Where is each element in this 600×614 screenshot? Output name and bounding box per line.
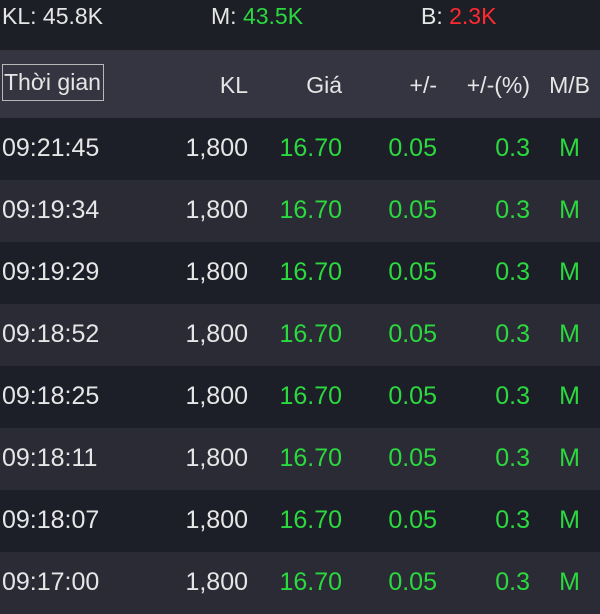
trade-change-percent: 0.3 xyxy=(495,568,530,596)
trade-change: 0.05 xyxy=(388,196,437,224)
trade-change: 0.05 xyxy=(388,320,437,348)
buy-volume-summary: M: 43.5K xyxy=(211,3,303,30)
trade-volume: 1,800 xyxy=(185,134,248,162)
trade-price: 16.70 xyxy=(279,320,342,348)
trade-volume: 1,800 xyxy=(185,382,248,410)
trade-side: M xyxy=(559,506,580,534)
trade-change-percent: 0.3 xyxy=(495,444,530,472)
trade-time: 09:18:25 xyxy=(2,382,100,410)
trade-time: 09:19:29 xyxy=(2,258,100,286)
trade-change-percent: 0.3 xyxy=(495,258,530,286)
trade-change: 0.05 xyxy=(388,568,437,596)
column-header-change[interactable]: +/- xyxy=(410,72,437,99)
column-header-volume[interactable]: KL xyxy=(220,72,248,99)
trade-side: M xyxy=(559,320,580,348)
table-row[interactable]: 09:19:29 1,800 16.70 0.05 0.3 M xyxy=(0,242,600,304)
trade-time: 09:18:52 xyxy=(2,320,100,348)
trade-price: 16.70 xyxy=(279,382,342,410)
column-header-buy-sell[interactable]: M/B xyxy=(549,72,590,99)
table-row[interactable]: 09:17:00 1,800 16.70 0.05 0.3 M xyxy=(0,552,600,614)
trade-change-percent: 0.3 xyxy=(495,506,530,534)
trade-change-percent: 0.3 xyxy=(495,196,530,224)
trade-side: M xyxy=(559,258,580,286)
trade-volume: 1,800 xyxy=(185,320,248,348)
total-volume-summary: KL: 45.8K xyxy=(2,3,103,30)
trade-change: 0.05 xyxy=(388,506,437,534)
trade-change-percent: 0.3 xyxy=(495,382,530,410)
trade-change: 0.05 xyxy=(388,134,437,162)
trade-side: M xyxy=(559,382,580,410)
trade-side: M xyxy=(559,568,580,596)
total-volume-label: KL: xyxy=(2,3,37,29)
trade-price: 16.70 xyxy=(279,506,342,534)
sell-volume-label: B: xyxy=(421,3,443,29)
trade-time: 09:21:45 xyxy=(2,134,100,162)
trade-time: 09:18:07 xyxy=(2,506,100,534)
trade-price: 16.70 xyxy=(279,444,342,472)
trade-time: 09:18:11 xyxy=(2,444,98,472)
volume-summary-bar: KL: 45.8K M: 43.5K B: 2.3K xyxy=(0,0,600,50)
table-row[interactable]: 09:19:34 1,800 16.70 0.05 0.3 M xyxy=(0,180,600,242)
trade-change: 0.05 xyxy=(388,258,437,286)
column-header-price[interactable]: Giá xyxy=(306,72,342,99)
trade-price: 16.70 xyxy=(279,134,342,162)
buy-volume-label: M: xyxy=(211,3,237,29)
trade-table-body: 09:21:45 1,800 16.70 0.05 0.3 M 09:19:34… xyxy=(0,118,600,614)
trade-volume: 1,800 xyxy=(185,444,248,472)
trade-side: M xyxy=(559,196,580,224)
trade-side: M xyxy=(559,134,580,162)
table-row[interactable]: 09:18:07 1,800 16.70 0.05 0.3 M xyxy=(0,490,600,552)
sell-volume-value: 2.3K xyxy=(449,3,497,29)
trade-volume: 1,800 xyxy=(185,568,248,596)
trade-change: 0.05 xyxy=(388,444,437,472)
trade-time: 09:19:34 xyxy=(2,196,100,224)
buy-volume-value: 43.5K xyxy=(242,3,304,29)
trade-change-percent: 0.3 xyxy=(495,320,530,348)
trade-price: 16.70 xyxy=(279,196,342,224)
trade-volume: 1,800 xyxy=(185,196,248,224)
table-row[interactable]: 09:18:25 1,800 16.70 0.05 0.3 M xyxy=(0,366,600,428)
trade-price: 16.70 xyxy=(279,568,342,596)
trade-change-percent: 0.3 xyxy=(495,134,530,162)
table-row[interactable]: 09:18:52 1,800 16.70 0.05 0.3 M xyxy=(0,304,600,366)
column-header-time[interactable]: Thời gian xyxy=(2,64,104,101)
trade-volume: 1,800 xyxy=(185,258,248,286)
trade-change: 0.05 xyxy=(388,382,437,410)
column-header-change-percent[interactable]: +/-(%) xyxy=(467,72,530,99)
sell-volume-summary: B: 2.3K xyxy=(421,3,496,30)
trade-volume: 1,800 xyxy=(185,506,248,534)
table-row[interactable]: 09:18:11 1,800 16.70 0.05 0.3 M xyxy=(0,428,600,490)
total-volume-value: 45.8K xyxy=(42,3,104,29)
trade-table-header: Thời gian KL Giá +/- +/-(%) M/B xyxy=(0,50,600,118)
trade-time: 09:17:00 xyxy=(2,568,100,596)
trade-side: M xyxy=(559,444,580,472)
table-row[interactable]: 09:21:45 1,800 16.70 0.05 0.3 M xyxy=(0,118,600,180)
trade-price: 16.70 xyxy=(279,258,342,286)
